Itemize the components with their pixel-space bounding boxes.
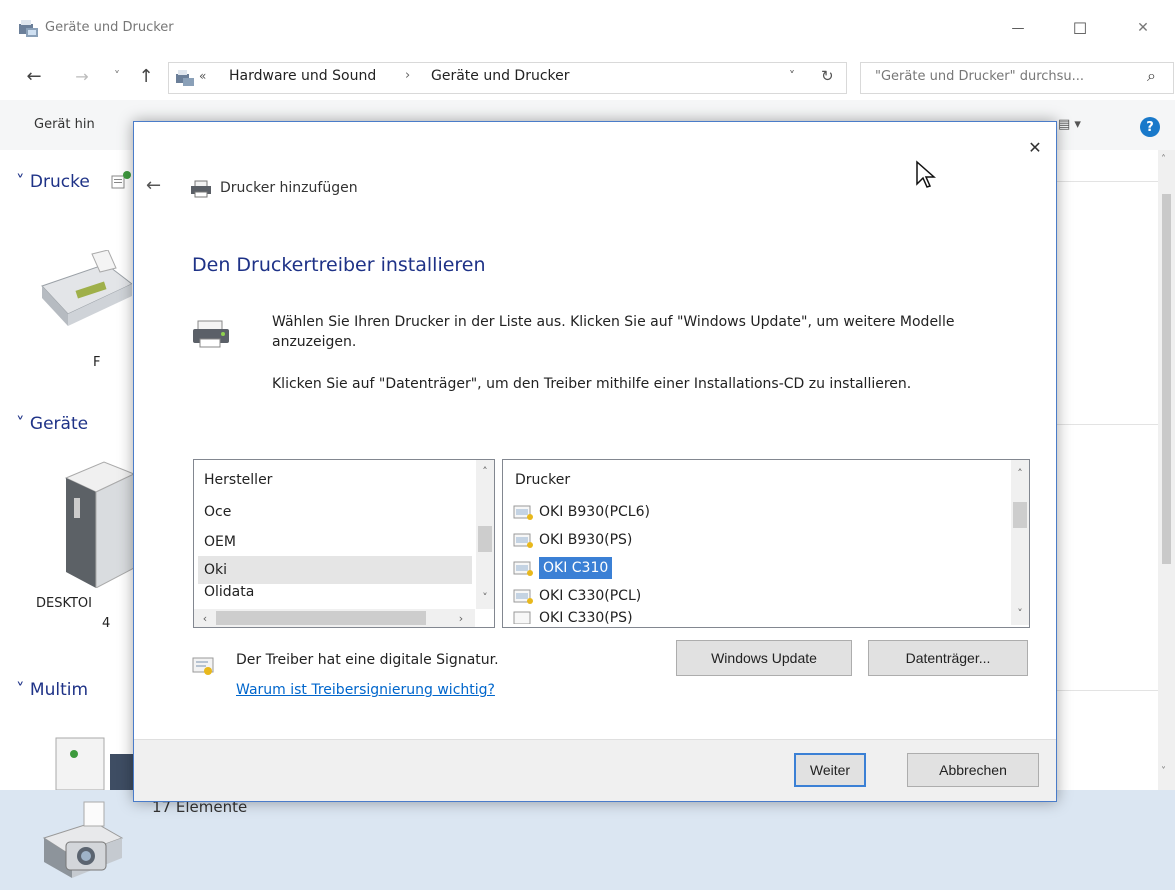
scrollbar-thumb[interactable] bbox=[216, 611, 426, 625]
dialog-nav-title: Drucker hinzufügen bbox=[220, 180, 358, 196]
group-multimedia-header[interactable]: ˅ Multim bbox=[16, 680, 88, 700]
add-printer-dialog: ✕ ← Drucker hinzufügen Den Druckertreibe… bbox=[133, 121, 1057, 802]
dialog-close-button[interactable]: ✕ bbox=[1022, 134, 1048, 160]
add-device-button[interactable]: Gerät hin bbox=[34, 117, 95, 132]
printer-driver-icon bbox=[193, 320, 229, 348]
manufacturer-item-olidata[interactable]: Olidata bbox=[204, 584, 254, 598]
printer-item[interactable]: OKI C330(PCL) bbox=[513, 582, 641, 610]
scrollbar-thumb[interactable] bbox=[478, 526, 492, 552]
printer-item[interactable]: OKI B930(PS) bbox=[513, 526, 632, 554]
group-divider bbox=[1056, 690, 1161, 691]
group-devices-header[interactable]: ˅ Geräte bbox=[16, 414, 88, 434]
scroll-up-icon[interactable]: ˄ bbox=[1011, 464, 1029, 482]
printer-listbox[interactable]: Drucker OKI B930(PCL6) OKI B930(PS) OKI … bbox=[502, 459, 1030, 628]
group-printers-header[interactable]: ˅ Drucke bbox=[16, 172, 90, 192]
group-divider bbox=[1056, 181, 1161, 182]
window-titlebar: Geräte und Drucker — ☐ ✕ bbox=[0, 0, 1175, 56]
printer-icon bbox=[191, 180, 211, 198]
manufacturer-item-oem[interactable]: OEM bbox=[204, 528, 236, 556]
printer-header: Drucker bbox=[515, 472, 571, 488]
scroll-up-icon[interactable]: ˄ bbox=[476, 462, 494, 480]
help-icon[interactable]: ? bbox=[1140, 117, 1160, 137]
search-icon[interactable]: ⌕ bbox=[1147, 66, 1156, 86]
group-devices-label: Geräte bbox=[29, 414, 89, 434]
printer-vscroll[interactable]: ˄ ˅ bbox=[1011, 460, 1029, 625]
printer-model-icon bbox=[513, 611, 531, 624]
dialog-description-1: Wählen Sie Ihren Drucker in der Liste au… bbox=[272, 314, 955, 350]
certificate-icon bbox=[192, 657, 214, 675]
mouse-cursor-icon bbox=[916, 160, 936, 188]
refresh-icon[interactable]: ↻ bbox=[821, 67, 834, 85]
desktop-computer-icon[interactable] bbox=[60, 458, 134, 588]
desktop-device-label-2: 4 bbox=[102, 616, 111, 631]
group-multimedia-label: Multim bbox=[29, 680, 89, 700]
manufacturer-listbox[interactable]: Hersteller Oce OEM Oki Olidata ˄ ˅ ‹ › bbox=[193, 459, 495, 628]
up-arrow-icon[interactable]: ↑ bbox=[136, 64, 156, 88]
windows-update-button[interactable]: Windows Update bbox=[676, 640, 852, 676]
cancel-button[interactable]: Abbrechen bbox=[907, 753, 1039, 787]
devices-printers-icon bbox=[176, 70, 194, 86]
scroll-down-icon[interactable]: ˅ bbox=[476, 588, 494, 606]
printer-model-icon bbox=[513, 561, 533, 576]
dialog-back-button[interactable]: ← bbox=[146, 175, 161, 196]
breadcrumb-separator-icon[interactable]: › bbox=[405, 68, 410, 83]
status-area: 17 Elemente bbox=[0, 790, 1175, 890]
scrollbar-thumb[interactable] bbox=[1013, 502, 1027, 528]
devices-printers-icon bbox=[19, 20, 38, 37]
content-scrollbar[interactable]: ˄ ˅ bbox=[1158, 150, 1175, 790]
breadcrumb-devices-printers[interactable]: Geräte und Drucker bbox=[431, 68, 570, 84]
printer-item-label: OKI C330(PS) bbox=[539, 610, 633, 624]
printer-camera-icon bbox=[42, 801, 124, 878]
minimize-button[interactable]: — bbox=[995, 10, 1041, 46]
group-divider bbox=[1056, 424, 1161, 425]
fax-device-label: F bbox=[93, 355, 101, 370]
next-button[interactable]: Weiter bbox=[794, 753, 866, 787]
printer-item-label: OKI C330(PCL) bbox=[539, 588, 642, 604]
dialog-heading: Den Druckertreiber installieren bbox=[192, 254, 486, 276]
breadcrumb-hardware-sound[interactable]: Hardware und Sound bbox=[229, 68, 376, 84]
scroll-down-icon[interactable]: ˅ bbox=[1161, 766, 1166, 777]
printer-model-icon bbox=[513, 533, 533, 548]
recent-locations-icon[interactable]: ˅ bbox=[110, 64, 124, 88]
desktop-device-label: DESKTOI bbox=[36, 596, 92, 611]
scroll-left-icon[interactable]: ‹ bbox=[196, 609, 214, 627]
media-device-icon[interactable] bbox=[54, 734, 134, 790]
close-button[interactable]: ✕ bbox=[1120, 10, 1166, 46]
add-printer-icon[interactable] bbox=[110, 170, 132, 192]
scroll-up-icon[interactable]: ˄ bbox=[1161, 154, 1166, 165]
address-dropdown-icon[interactable]: ˅ bbox=[789, 69, 795, 83]
search-placeholder: "Geräte und Drucker" durchsu... bbox=[875, 69, 1085, 84]
printer-model-icon bbox=[513, 589, 533, 604]
printer-item[interactable]: OKI C330(PS) bbox=[513, 610, 633, 624]
manufacturer-item-oki-selected[interactable]: Oki bbox=[198, 556, 472, 584]
address-field[interactable]: « Hardware und Sound › Geräte und Drucke… bbox=[168, 62, 847, 94]
window-title: Geräte und Drucker bbox=[45, 20, 174, 35]
view-options-icon[interactable]: ▤ ▾ bbox=[1058, 117, 1081, 132]
dialog-description-2: Klicken Sie auf "Datenträger", um den Tr… bbox=[272, 376, 912, 392]
back-arrow-icon[interactable]: ← bbox=[22, 64, 46, 88]
manufacturer-item-oce[interactable]: Oce bbox=[204, 498, 231, 526]
have-disk-button[interactable]: Datenträger... bbox=[868, 640, 1028, 676]
printer-item-selected[interactable]: OKI C310 bbox=[513, 554, 614, 582]
overflow-chevron-icon[interactable]: « bbox=[199, 69, 206, 83]
forward-arrow-icon[interactable]: → bbox=[72, 64, 92, 88]
fax-device-icon[interactable] bbox=[36, 250, 132, 326]
manufacturer-header: Hersteller bbox=[204, 472, 273, 488]
dialog-footer: Weiter Abbrechen bbox=[134, 739, 1056, 801]
search-field[interactable]: "Geräte und Drucker" durchsu... ⌕ bbox=[860, 62, 1174, 94]
manufacturer-hscroll[interactable]: ‹ › bbox=[194, 609, 475, 627]
scroll-right-icon[interactable]: › bbox=[452, 609, 470, 627]
printer-item-label: OKI C310 bbox=[537, 556, 614, 580]
printer-model-icon bbox=[513, 505, 533, 520]
printer-item-label: OKI B930(PS) bbox=[539, 532, 633, 548]
signature-info-link[interactable]: Warum ist Treibersignierung wichtig? bbox=[236, 682, 495, 698]
scroll-down-icon[interactable]: ˅ bbox=[1011, 604, 1029, 622]
maximize-button[interactable]: ☐ bbox=[1057, 10, 1103, 46]
scrollbar-thumb[interactable] bbox=[1162, 194, 1171, 564]
printer-item-label: OKI B930(PCL6) bbox=[539, 504, 650, 520]
group-printers-label: Drucke bbox=[29, 172, 90, 192]
manufacturer-vscroll[interactable]: ˄ ˅ bbox=[476, 460, 494, 609]
printer-item[interactable]: OKI B930(PCL6) bbox=[513, 498, 650, 526]
signature-text: Der Treiber hat eine digitale Signatur. bbox=[236, 652, 499, 668]
